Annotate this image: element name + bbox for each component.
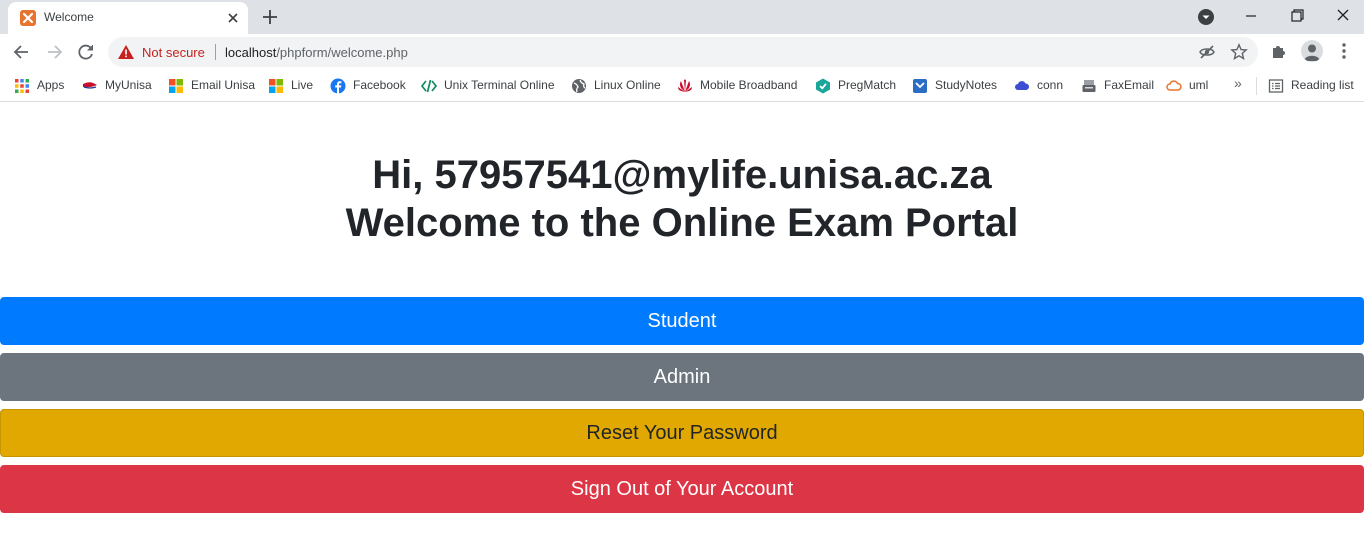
studynotes-icon (912, 78, 928, 94)
bookmark-label: Mobile Broadband (700, 78, 798, 92)
username: 57957541@mylife.unisa.ac.za (434, 153, 992, 197)
new-tab-icon[interactable] (260, 7, 280, 27)
microsoft-icon (168, 78, 184, 94)
huawei-icon (677, 78, 693, 94)
bookmark-label: StudyNotes (935, 78, 998, 92)
address-bar[interactable]: Not secure localhost/phpform/welcome.php (108, 37, 1258, 67)
bookmark-label: Apps (37, 78, 65, 92)
profile-avatar-icon[interactable] (1301, 40, 1323, 62)
url-host: localhost (225, 45, 277, 60)
bookmark-label: Unix Terminal Online (444, 78, 555, 92)
xampp-favicon-icon (20, 10, 36, 26)
bookmark-star-icon[interactable] (1230, 43, 1248, 61)
forward-arrow-icon[interactable] (44, 42, 64, 62)
minimize-window-icon[interactable] (1240, 6, 1262, 26)
tab-title: Welcome (44, 10, 94, 24)
bookmark-label: FaxEmail (1104, 78, 1155, 92)
student-button[interactable]: Student (0, 297, 1364, 345)
admin-button[interactable]: Admin (0, 353, 1364, 401)
bookmark-label: Linux Online (594, 78, 661, 92)
reload-icon[interactable] (76, 42, 96, 62)
bookmark-label: Email Unisa (191, 78, 256, 92)
globe-icon (571, 78, 587, 94)
facebook-icon (330, 78, 346, 94)
close-tab-icon[interactable] (224, 9, 242, 27)
close-window-icon[interactable] (1332, 6, 1354, 26)
greeting-heading: Hi, 57957541@mylife.unisa.ac.za (0, 150, 1364, 200)
apps-grid-icon (14, 78, 30, 94)
browser-tab[interactable]: Welcome (8, 2, 248, 34)
sign-out-button[interactable]: Sign Out of Your Account (0, 465, 1364, 513)
greeting-prefix: Hi, (372, 153, 424, 197)
omnibox-divider (215, 44, 216, 60)
bookmark-label: Live (291, 78, 314, 92)
url-text[interactable]: localhost/phpform/welcome.php (225, 45, 408, 60)
browser-toolbar: Not secure localhost/phpform/welcome.php (0, 34, 1364, 70)
bookmark-label: Facebook (353, 78, 406, 92)
bookmarks-divider (1256, 77, 1257, 95)
browser-menu-icon[interactable] (1336, 42, 1352, 60)
not-secure-label[interactable]: Not secure (142, 45, 205, 60)
cloud-icon (1014, 78, 1030, 94)
reading-list-label: Reading list (1291, 78, 1354, 92)
back-arrow-icon[interactable] (12, 42, 32, 62)
microsoft-icon (268, 78, 284, 94)
url-path: /phpform/welcome.php (276, 45, 408, 60)
extensions-puzzle-icon[interactable] (1270, 42, 1288, 60)
myunisa-icon (82, 78, 98, 94)
bookmarks-overflow-chevron-icon[interactable]: » (1234, 75, 1242, 91)
tab-strip: Welcome (0, 0, 1364, 34)
pregmatch-icon (815, 78, 831, 94)
bookmark-label: MyUnisa (105, 78, 152, 92)
cloud-outline-icon (1166, 78, 1182, 94)
restore-window-icon[interactable] (1286, 6, 1308, 26)
tab-search-dropdown-icon[interactable] (1197, 8, 1215, 26)
faxemail-icon (1081, 78, 1097, 94)
eye-slash-icon[interactable] (1199, 44, 1215, 60)
reset-password-button[interactable]: Reset Your Password (0, 409, 1364, 457)
warning-triangle-icon[interactable] (118, 45, 134, 59)
page-title: Welcome to the Online Exam Portal (345, 201, 1019, 245)
bookmark-label: PregMatch (838, 78, 897, 92)
bookmark-label: uml (1189, 78, 1209, 92)
code-icon (420, 78, 438, 94)
bookmark-label: conn (1037, 78, 1064, 92)
reading-list-icon (1268, 78, 1284, 94)
bookmarks-bar: Apps MyUnisa Email Unisa Live Facebook U… (0, 70, 1364, 102)
